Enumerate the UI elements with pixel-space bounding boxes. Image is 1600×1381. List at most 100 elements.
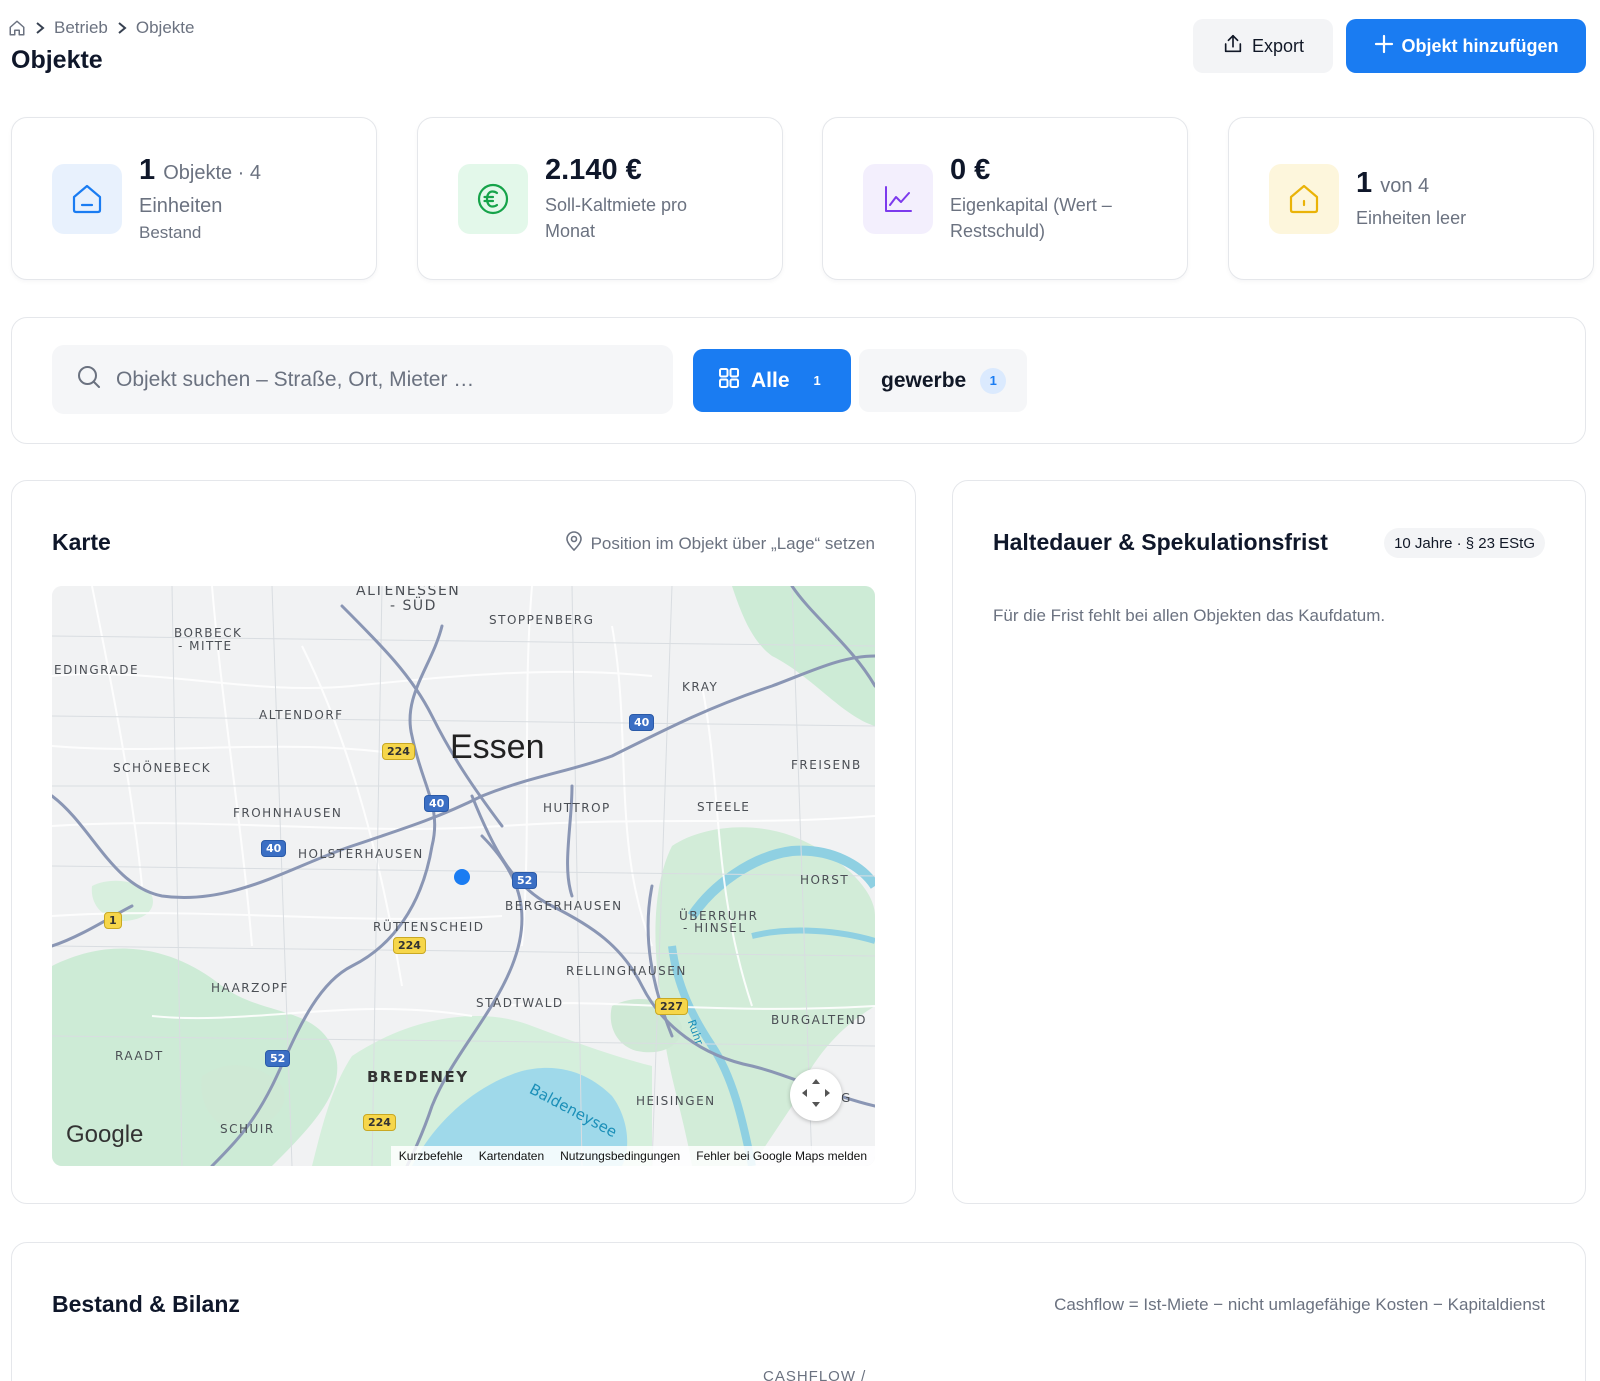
stat-label-secondary: Bestand <box>139 222 202 242</box>
stat-label: Einheiten leer <box>1356 207 1467 228</box>
filter-chip-count: 1 <box>813 373 821 388</box>
stat-card-equity: 0 € Eigenkapital (Wert – Restschuld) <box>822 117 1188 280</box>
map-label: HEISINGEN <box>636 1094 716 1108</box>
stat-value: 2.140 € <box>545 154 642 186</box>
stat-label: Soll-Kaltmiete pro Monat <box>545 194 688 241</box>
export-button-label: Export <box>1251 35 1305 56</box>
map-label: ALTENDORF <box>259 708 344 722</box>
line-chart-icon <box>863 164 933 234</box>
road-shield: 227 <box>655 998 688 1015</box>
add-object-button[interactable]: Objekt hinzufügen <box>1346 19 1586 73</box>
road-shield: 52 <box>265 1050 291 1067</box>
add-object-button-label: Objekt hinzufügen <box>1401 35 1559 56</box>
stat-label: Eigenkapital (Wert – Restschuld) <box>950 194 1112 241</box>
map-label: FREISENB <box>791 758 862 772</box>
map-label: RAADT <box>115 1049 164 1063</box>
map-label: - MITTE <box>178 639 233 653</box>
map-hint: Position im Objekt über „Lage“ setzen <box>565 531 875 556</box>
table-column-header: CASHFLOW / <box>763 1368 867 1381</box>
page-title: Objekte <box>11 46 103 74</box>
balance-card: Bestand & Bilanz Cashflow = Ist-Miete − … <box>11 1242 1586 1381</box>
map-view[interactable]: ALTENESSEN - SÜD STOPPENBERG BORBECK - M… <box>52 586 875 1166</box>
search-box[interactable] <box>52 345 673 414</box>
road-shield: 40 <box>261 840 287 857</box>
road-shield: 224 <box>393 937 426 954</box>
stat-card-rent: 2.140 € Soll-Kaltmiete pro Monat <box>417 117 783 280</box>
map-label: HOLSTERHAUSEN <box>298 847 424 861</box>
map-label: FROHNHAUSEN <box>233 806 343 820</box>
map-label: BORBECK <box>174 626 243 640</box>
map-label: EDINGRADE <box>54 663 140 677</box>
home-icon[interactable] <box>8 19 26 37</box>
breadcrumb-item-betrieb[interactable]: Betrieb <box>54 18 108 38</box>
filter-chip-label: gewerbe <box>881 368 967 392</box>
map-label: RÜTTENSCHEID <box>373 920 485 934</box>
road-shield: 52 <box>512 872 538 889</box>
map-pin-icon <box>565 531 583 556</box>
map-label: SCHÖNEBECK <box>113 761 212 775</box>
road-shield: 224 <box>382 743 415 760</box>
map-label: SCHUIR <box>220 1122 275 1136</box>
export-button[interactable]: Export <box>1193 19 1333 73</box>
map-label: G <box>841 1091 852 1105</box>
stat-value-sub: von 4 <box>1380 175 1430 198</box>
map-attribution: Kurzbefehle Kartendaten Nutzungsbedingun… <box>390 1146 875 1166</box>
road-shield: 40 <box>424 795 450 812</box>
search-icon <box>76 364 102 395</box>
map-label: STOPPENBERG <box>489 613 595 627</box>
google-logo: Google <box>66 1121 144 1148</box>
stat-value: 0 € <box>950 154 991 186</box>
house-icon <box>52 164 122 234</box>
stat-card-objects: 1 Objekte · 4 Einheiten Bestand <box>11 117 377 280</box>
map-label: HUTTROP <box>543 801 611 815</box>
search-input[interactable] <box>116 367 636 392</box>
map-label: RELLINGHAUSEN <box>566 964 687 978</box>
grid-icon <box>717 366 741 396</box>
stat-value: 1 <box>1356 167 1373 200</box>
map-terms-link[interactable]: Nutzungsbedingungen <box>552 1149 688 1163</box>
holding-period-badge: 10 Jahre · § 23 EStG <box>1384 528 1545 558</box>
filter-chip-gewerbe[interactable]: gewerbe 1 <box>859 349 1027 412</box>
map-label: BREDENEY <box>367 1068 469 1086</box>
map-label: BERGERHAUSEN <box>505 899 623 913</box>
breadcrumb-item-objekte: Objekte <box>135 18 195 37</box>
fullscreen-button[interactable] <box>790 1069 842 1121</box>
holding-period-card: Haltedauer & Spekulationsfrist 10 Jahre … <box>952 480 1586 1204</box>
map-report-link[interactable]: Fehler bei Google Maps melden <box>688 1149 875 1163</box>
breadcrumb: Betrieb Objekte <box>8 18 194 38</box>
filter-bar: Alle 1 gewerbe 1 <box>11 317 1586 444</box>
plus-icon <box>1374 34 1394 59</box>
map-label: KRAY <box>682 680 719 694</box>
filter-chip-alle[interactable]: Alle 1 <box>693 349 851 412</box>
balance-card-title: Bestand & Bilanz <box>52 1291 240 1317</box>
stat-card-vacancy: 1 von 4 Einheiten leer <box>1228 117 1594 280</box>
filter-chip-count: 1 <box>980 367 1007 394</box>
map-data-link[interactable]: Kartendaten <box>471 1149 552 1163</box>
euro-icon <box>458 164 528 234</box>
stat-value: 1 <box>139 153 156 186</box>
road-shield: 224 <box>363 1114 396 1131</box>
map-card-title: Karte <box>52 529 111 555</box>
map-label: STADTWALD <box>476 996 564 1010</box>
map-label: HAARZOPF <box>211 981 289 995</box>
holding-period-title: Haltedauer & Spekulationsfrist <box>993 529 1328 555</box>
road-shield: 1 <box>104 912 122 929</box>
map-shortcuts-link[interactable]: Kurzbefehle <box>391 1149 471 1163</box>
stat-label: Einheiten <box>139 194 223 217</box>
chevron-right-icon <box>34 21 46 35</box>
share-icon <box>1222 33 1244 60</box>
stat-value-sub: Objekte · 4 <box>163 161 262 184</box>
map-card: Karte Position im Objekt über „Lage“ set… <box>11 480 916 1204</box>
map-label: BURGALTEND <box>771 1013 868 1027</box>
map-label: - HINSEL <box>683 921 747 935</box>
map-hint-text: Position im Objekt über „Lage“ setzen <box>590 533 875 553</box>
filter-chip-label: Alle <box>751 368 790 392</box>
cashflow-formula: Cashflow = Ist-Miete − nicht umlagefähig… <box>1054 1295 1545 1314</box>
holding-period-message: Für die Frist fehlt bei allen Objekten d… <box>993 606 1386 625</box>
house-icon <box>1269 164 1339 234</box>
map-label: STEELE <box>697 800 751 814</box>
map-label: HORST <box>800 873 850 887</box>
chevron-right-icon <box>116 21 128 35</box>
map-marker[interactable] <box>454 869 470 885</box>
map-label-city: Essen <box>450 728 545 766</box>
